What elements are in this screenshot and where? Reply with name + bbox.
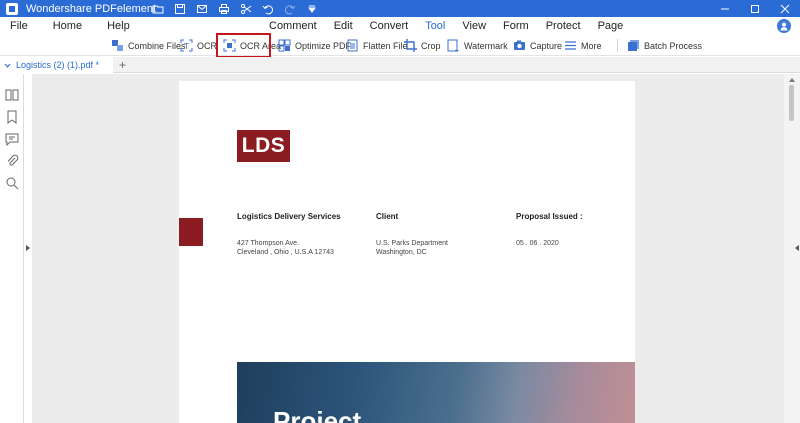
scrollbar-thumb[interactable] [789,85,794,121]
left-sidebar [0,74,24,423]
redo-icon[interactable] [284,3,296,15]
company-logo: LDS [237,130,290,162]
crop-icon [404,39,417,52]
accent-block [179,218,203,246]
print-icon[interactable] [218,3,230,15]
tab-edit[interactable]: Edit [334,20,353,32]
tab-page[interactable]: Page [598,20,624,32]
maximize-icon[interactable] [740,0,770,17]
bookmark-icon[interactable] [5,110,19,124]
right-panel-expand-arrow-icon[interactable] [795,245,799,251]
tab-view[interactable]: View [462,20,486,32]
new-tab-button[interactable]: + [119,57,126,73]
ocr-button[interactable]: T OCR [180,37,217,54]
capture-button[interactable]: Capture [513,37,562,54]
comment-icon[interactable] [5,132,19,147]
combine-files-icon [112,40,123,51]
watermark-button[interactable]: Watermark [447,37,508,54]
minimize-icon[interactable] [710,0,740,17]
svg-text:T: T [184,42,189,51]
title-bar: Wondershare PDFelement [0,0,800,17]
sender-heading: Logistics Delivery Services [237,212,341,221]
quick-access-toolbar [152,0,318,17]
search-icon[interactable] [5,176,19,190]
attachment-icon[interactable] [5,154,19,168]
proposal-issued-heading: Proposal Issued : [516,212,583,221]
menu-lines-icon [565,41,576,50]
flatten-file-button[interactable]: Flatten File [346,37,408,54]
tab-form[interactable]: Form [503,20,529,32]
undo-icon[interactable] [262,3,274,15]
app-title: Wondershare PDFelement [26,2,157,15]
optimize-pdf-icon [278,39,291,52]
app-logo-icon [6,2,18,15]
menu-bar: File Home Help Comment Edit Convert Tool… [0,17,800,35]
ocr-area-highlight-box [216,33,271,58]
crop-button[interactable]: Crop [404,37,441,54]
scissors-icon[interactable] [240,3,252,15]
camera-icon [514,40,525,50]
customize-dropdown-icon[interactable] [306,3,318,15]
chevron-down-icon[interactable] [4,62,11,69]
menu-help[interactable]: Help [107,20,130,32]
tab-comment[interactable]: Comment [269,20,317,32]
batch-process-button[interactable]: Batch Process [627,37,702,54]
tab-protect[interactable]: Protect [546,20,581,32]
scroll-up-arrow-icon[interactable] [789,78,795,82]
user-avatar-icon[interactable] [777,19,791,33]
open-folder-icon[interactable] [152,3,164,15]
batch-process-icon [628,40,639,51]
tab-convert[interactable]: Convert [370,20,409,32]
close-icon[interactable] [770,0,800,17]
proposal-date: 05 . 06 . 2020 [516,240,559,247]
client-line1: U.S. Parks Department [376,240,448,247]
hero-title: Project [273,406,362,423]
pdf-page: LDS Logistics Delivery Services 427 Thom… [179,81,635,423]
more-button[interactable]: More [564,37,602,54]
save-icon[interactable] [174,3,186,15]
menu-file[interactable]: File [10,20,28,32]
window-controls [710,0,800,17]
hero-image: Project [237,362,635,423]
tab-tool[interactable]: Tool [425,20,445,32]
menu-home[interactable]: Home [53,20,82,32]
client-heading: Client [376,212,399,221]
combine-files-button[interactable]: Combine Files [111,37,186,54]
sender-address-line2: Cleveland , Ohio , U.S.A 12743 [237,249,334,256]
watermark-icon [447,39,459,52]
client-line2: Washington, DC [376,249,427,256]
ocr-icon: T [180,39,193,52]
document-tab-bar: Logistics (2) (1).pdf * + [0,57,800,73]
sender-address-line1: 427 Thompson Ave. [237,240,300,247]
toolbar-divider [617,39,618,52]
document-tab[interactable]: Logistics (2) (1).pdf * [0,57,113,73]
email-icon[interactable] [196,3,208,15]
optimize-pdf-button[interactable]: Optimize PDF [278,37,351,54]
sidebar-collapse-arrow-icon[interactable] [26,245,30,251]
flatten-file-icon [347,39,358,52]
tool-ribbon: Combine Files T OCR OCR Area Optimize PD… [0,35,800,56]
thumbnails-icon[interactable] [5,88,19,102]
document-tab-label: Logistics (2) (1).pdf * [16,60,100,70]
